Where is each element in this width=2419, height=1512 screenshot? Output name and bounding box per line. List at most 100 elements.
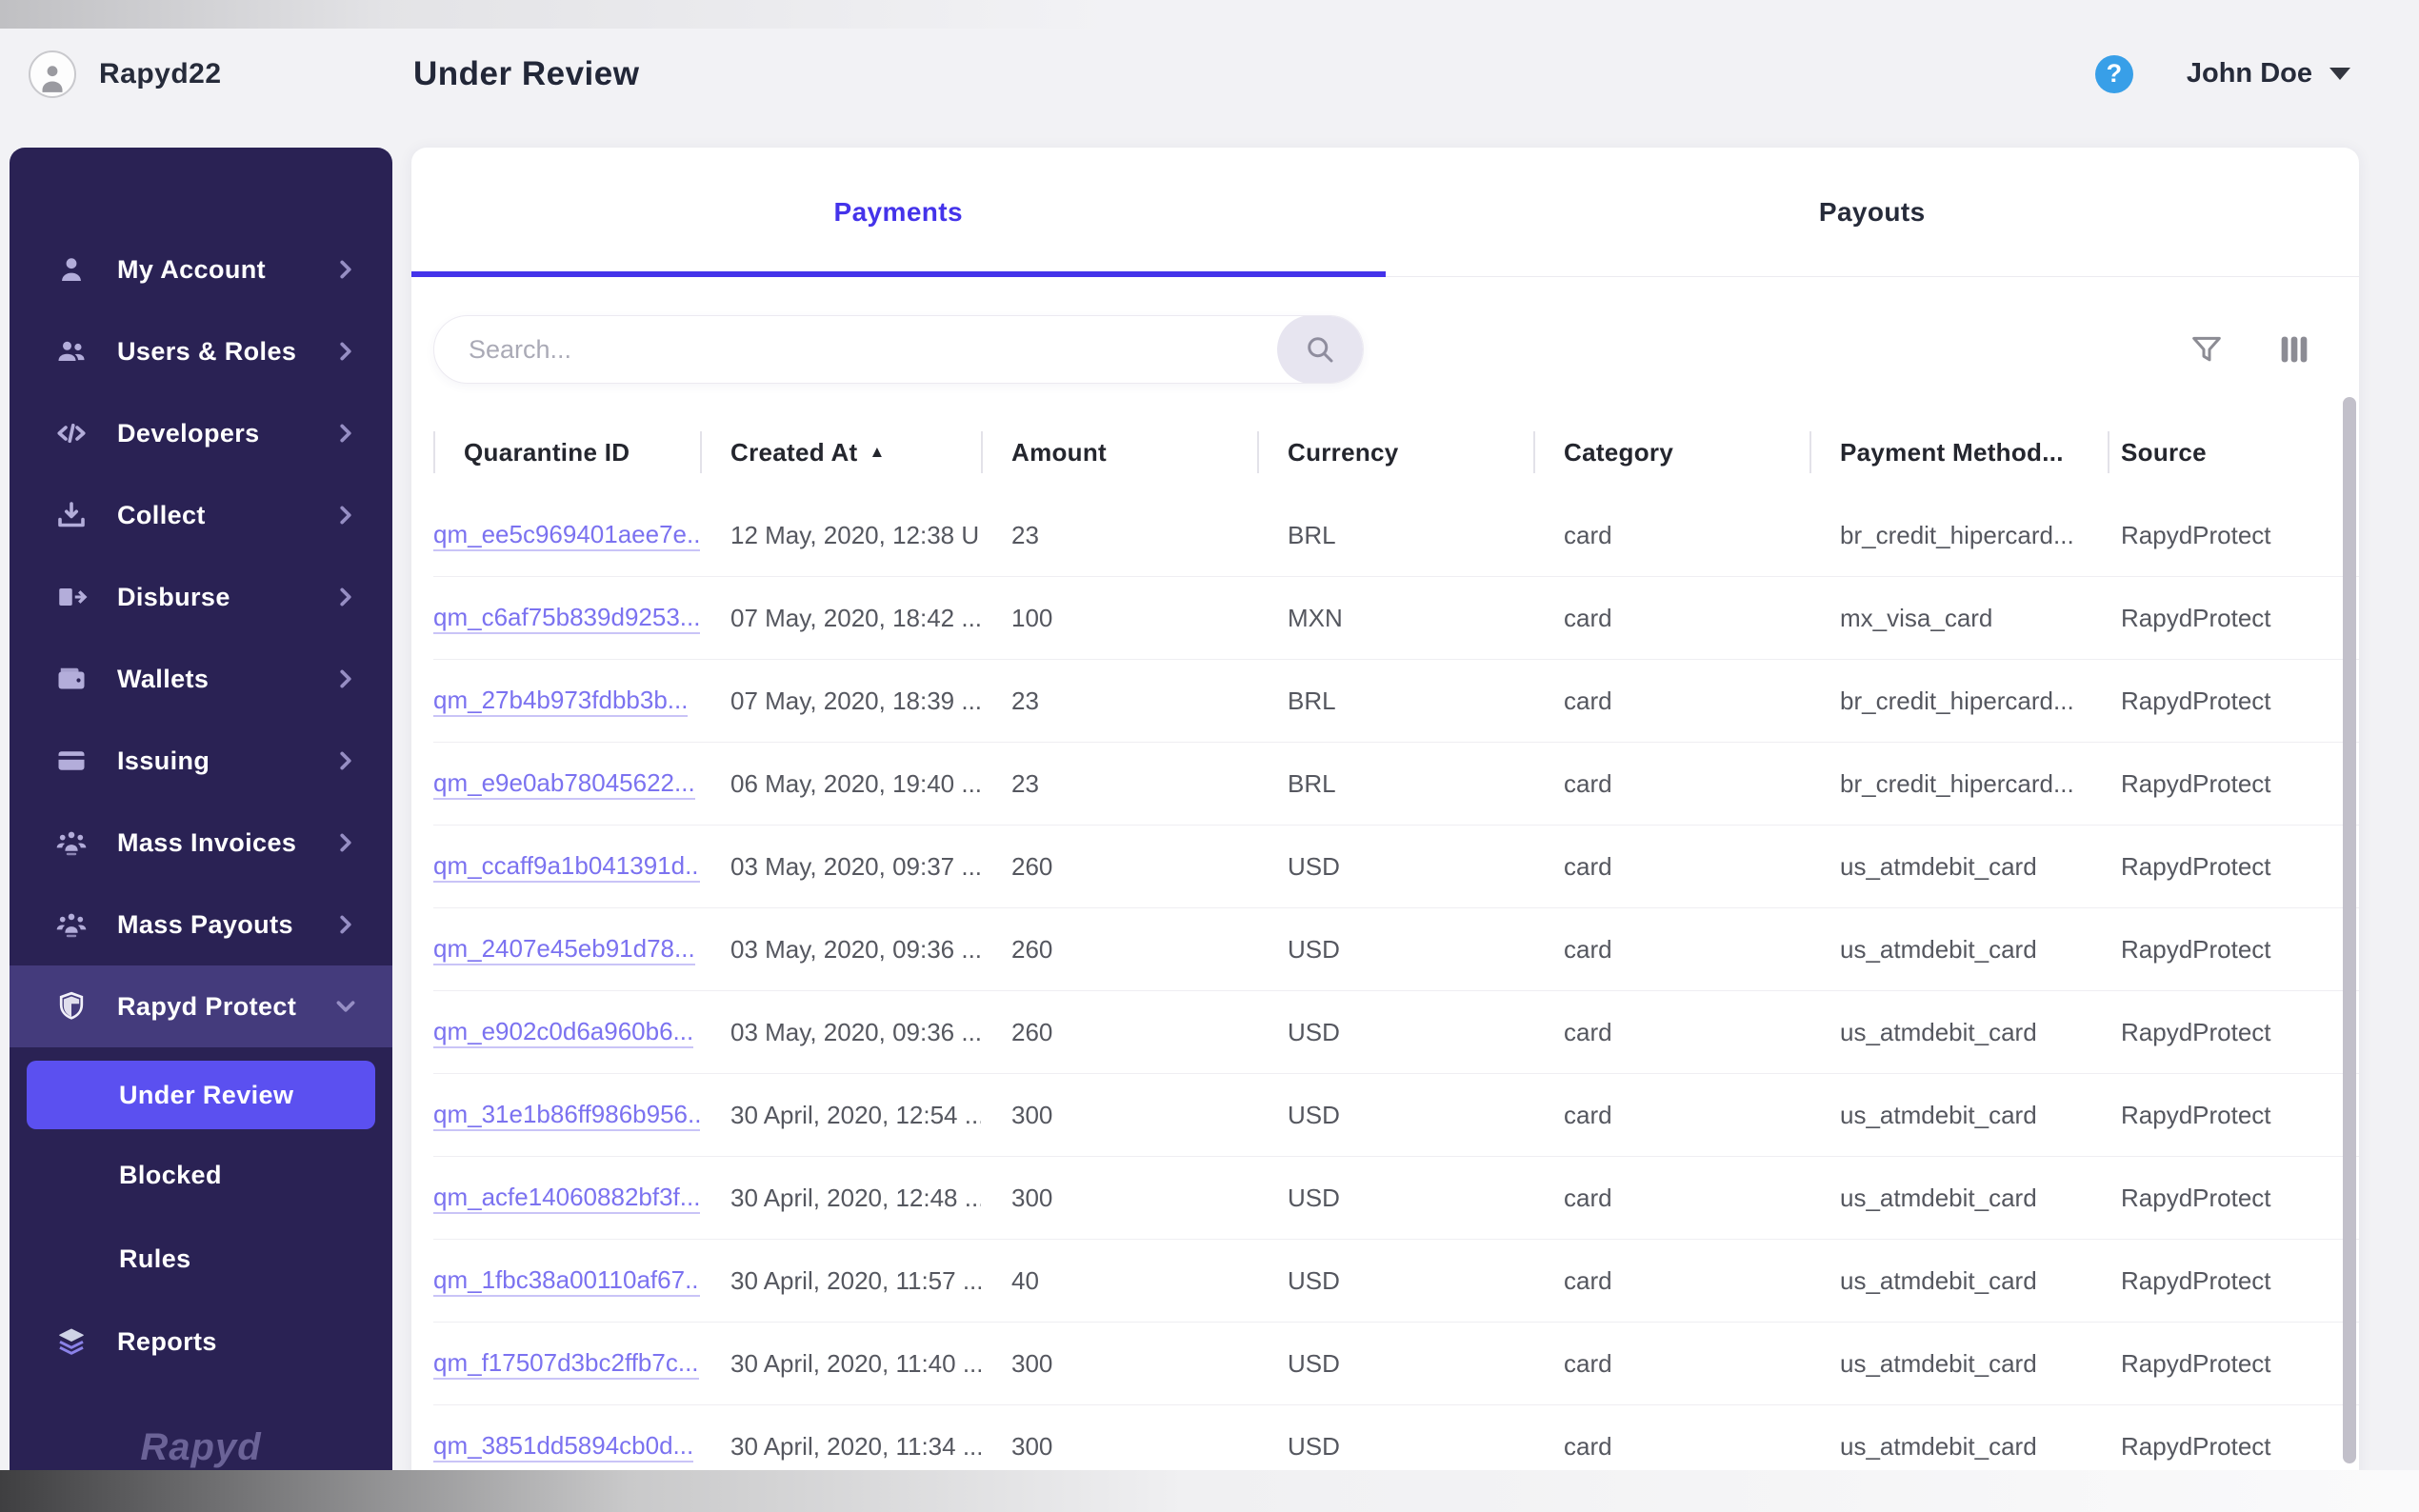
sidebar-item-label: Collect <box>117 500 206 529</box>
chevron-right-icon <box>333 666 358 691</box>
column-header-label: Category <box>1564 437 1674 467</box>
column-header-created-at[interactable]: Created At ▲ <box>700 410 981 494</box>
quarantine-id-link[interactable]: qm_31e1b86ff986b956... <box>433 1100 700 1131</box>
page-title: Under Review <box>413 54 640 92</box>
currency-cell: BRL <box>1288 686 1336 715</box>
column-header-category[interactable]: Category ▲ <box>1533 410 1809 494</box>
created-at-cell: 06 May, 2020, 19:40 ... <box>730 768 981 798</box>
category-cell: card <box>1564 851 1612 881</box>
user-name: John Doe <box>2186 58 2312 89</box>
sidebar-subitem-label: Rules <box>119 1243 191 1273</box>
quarantine-id-link[interactable]: qm_c6af75b839d9253... <box>433 603 700 634</box>
chevron-right-icon <box>333 257 358 282</box>
amount-cell: 23 <box>1011 768 1039 798</box>
payment-method-cell: us_atmdebit_card <box>1840 851 2037 881</box>
quarantine-id-link[interactable]: qm_3851dd5894cb0d... <box>433 1431 694 1462</box>
main-panel: Payments Payouts Quarantine ID <box>411 148 2359 1512</box>
tab-label: Payouts <box>1818 196 1926 227</box>
quarantine-id-link[interactable]: qm_e902c0d6a960b6... <box>433 1017 694 1048</box>
source-cell: RapydProtect <box>2121 851 2271 881</box>
column-header-payment-method[interactable]: Payment Method... ▲ <box>1809 410 2108 494</box>
tab-payments[interactable]: Payments <box>411 148 1386 277</box>
column-header-label: Amount <box>1011 437 1107 467</box>
columns-button[interactable] <box>2275 330 2313 368</box>
sidebar-item-mass-payouts[interactable]: Mass Payouts <box>10 884 392 965</box>
payment-method-cell: us_atmdebit_card <box>1840 1348 2037 1378</box>
table-row: qm_31e1b86ff986b956... 30 April, 2020, 1… <box>433 1074 2359 1157</box>
table-row: qm_f17507d3bc2ffb7c... 30 April, 2020, 1… <box>433 1323 2359 1405</box>
created-at-cell: 03 May, 2020, 09:36 ... <box>730 934 981 964</box>
disburse-icon <box>52 578 90 616</box>
currency-cell: BRL <box>1288 768 1336 798</box>
sidebar-item-issuing[interactable]: Issuing <box>10 720 392 802</box>
created-at-cell: 30 April, 2020, 12:54 ... <box>730 1100 981 1129</box>
vertical-scrollbar[interactable] <box>2343 397 2356 1463</box>
sidebar-item-wallets[interactable]: Wallets <box>10 638 392 720</box>
sidebar-item-label: Reports <box>117 1326 217 1356</box>
amount-cell: 300 <box>1011 1348 1053 1378</box>
source-cell: RapydProtect <box>2121 1017 2271 1046</box>
created-at-cell: 07 May, 2020, 18:39 ... <box>730 686 981 715</box>
sidebar-item-developers[interactable]: Developers <box>10 392 392 474</box>
sidebar: My Account Users & Roles Developers Coll… <box>10 148 392 1512</box>
quarantine-id-link[interactable]: qm_e9e0ab78045622... <box>433 768 695 800</box>
user-menu[interactable]: John Doe <box>2187 58 2350 90</box>
quarantine-id-link[interactable]: qm_f17507d3bc2ffb7c... <box>433 1348 699 1380</box>
column-header-currency[interactable]: Currency ▲ <box>1257 410 1533 494</box>
sidebar-subitem-under-review[interactable]: Under Review <box>27 1061 375 1129</box>
quarantine-id-link[interactable]: qm_ee5c969401aee7e... <box>433 520 700 551</box>
column-header-label: Payment Method... <box>1840 437 2064 467</box>
amount-cell: 40 <box>1011 1265 1039 1295</box>
avatar[interactable] <box>29 50 76 98</box>
payment-method-cell: us_atmdebit_card <box>1840 1265 2037 1295</box>
filter-icon <box>2192 336 2221 362</box>
column-header-amount[interactable]: Amount ▲ <box>981 410 1257 494</box>
sidebar-subitem-blocked[interactable]: Blocked <box>10 1133 392 1217</box>
columns-icon <box>2281 336 2308 363</box>
source-cell: RapydProtect <box>2121 1348 2271 1378</box>
currency-cell: USD <box>1288 1265 1340 1295</box>
payment-method-cell: mx_visa_card <box>1840 603 1993 632</box>
chevron-right-icon <box>333 994 358 1019</box>
sidebar-item-users-roles[interactable]: Users & Roles <box>10 310 392 392</box>
rapyd-logo: Rapyd <box>140 1426 262 1468</box>
source-cell: RapydProtect <box>2121 603 2271 632</box>
sidebar-item-mass-invoices[interactable]: Mass Invoices <box>10 802 392 884</box>
sidebar-item-rapyd-protect[interactable]: Rapyd Protect <box>10 965 392 1047</box>
category-cell: card <box>1564 1265 1612 1295</box>
sidebar-item-disburse[interactable]: Disburse <box>10 556 392 638</box>
tab-label: Payments <box>833 196 963 227</box>
sidebar-item-my-account[interactable]: My Account <box>10 229 392 310</box>
chevron-right-icon <box>333 421 358 446</box>
currency-cell: BRL <box>1288 520 1336 549</box>
amount-cell: 260 <box>1011 934 1053 964</box>
filter-button[interactable] <box>2188 330 2226 368</box>
quarantine-id-link[interactable]: qm_2407e45eb91d78... <box>433 934 695 965</box>
amount-cell: 260 <box>1011 1017 1053 1046</box>
help-icon[interactable]: ? <box>2094 54 2133 93</box>
column-header-quarantine-id[interactable]: Quarantine ID ▲ <box>433 410 700 494</box>
search-icon <box>1308 337 1333 363</box>
app-header: Rapyd22 Under Review ? John Doe <box>0 0 2419 148</box>
created-at-cell: 12 May, 2020, 12:38 U... <box>730 520 981 549</box>
quarantine-id-link[interactable]: qm_1fbc38a00110af67... <box>433 1265 700 1297</box>
sidebar-subitem-rules[interactable]: Rules <box>10 1217 392 1301</box>
sidebar-item-label: Mass Payouts <box>117 909 293 939</box>
sidebar-item-collect[interactable]: Collect <box>10 474 392 556</box>
quarantine-id-link[interactable]: qm_acfe14060882bf3f... <box>433 1183 700 1214</box>
brand-area: Rapyd22 <box>0 50 383 98</box>
tab-payouts[interactable]: Payouts <box>1386 148 2360 276</box>
quarantine-id-link[interactable]: qm_27b4b973fdbb3b... <box>433 686 689 717</box>
search-button[interactable] <box>1277 316 1363 383</box>
sidebar-item-reports[interactable]: Reports <box>10 1301 392 1383</box>
table-row: qm_e9e0ab78045622... 06 May, 2020, 19:40… <box>433 743 2359 826</box>
category-cell: card <box>1564 1183 1612 1212</box>
table-row: qm_ccaff9a1b041391d... 03 May, 2020, 09:… <box>433 826 2359 908</box>
created-at-cell: 03 May, 2020, 09:36 ... <box>730 1017 981 1046</box>
sidebar-item-label: Rapyd Protect <box>117 991 297 1021</box>
quarantine-id-link[interactable]: qm_ccaff9a1b041391d... <box>433 851 700 883</box>
chevron-right-icon <box>333 912 358 937</box>
search-input[interactable] <box>434 334 1277 365</box>
table-row: qm_acfe14060882bf3f... 30 April, 2020, 1… <box>433 1157 2359 1240</box>
column-header-source[interactable]: Source ▲ <box>2108 410 2359 494</box>
